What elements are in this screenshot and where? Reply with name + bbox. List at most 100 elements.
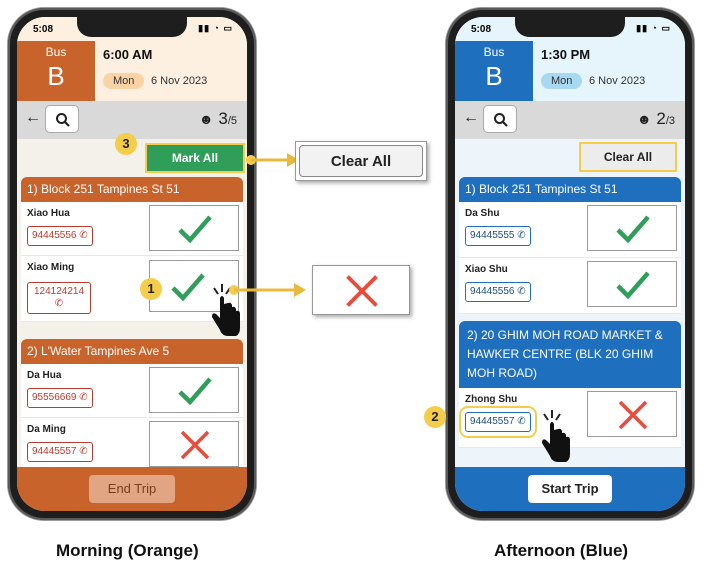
passenger-name: Xiao Ming bbox=[27, 262, 75, 273]
face-icon: ☻ bbox=[636, 111, 652, 127]
check-icon bbox=[616, 271, 650, 300]
bus-letter: B bbox=[485, 61, 503, 91]
phone-number: 94445556 bbox=[32, 230, 77, 241]
phone-number: 94445557 bbox=[470, 416, 515, 427]
counter-total: /3 bbox=[665, 115, 675, 127]
status-cross-box[interactable] bbox=[149, 421, 239, 467]
phone-icon: ✆ bbox=[517, 416, 526, 427]
arrow-to-cross bbox=[229, 283, 306, 297]
arrow-to-clear-all bbox=[246, 153, 299, 167]
morning-phone: 5:08 ▮▮ ◔ ▭ Bus B 6:00 AM Mon 6 Nov 2023… bbox=[8, 8, 256, 520]
passenger-name: Zhong Shu bbox=[465, 394, 518, 405]
trip-date: 6 Nov 2023 bbox=[151, 75, 208, 87]
phone-chip[interactable]: 124124214 ✆ bbox=[27, 282, 91, 314]
trip-time: 6:00 AM bbox=[103, 47, 153, 62]
bus-box: Bus B bbox=[455, 41, 533, 101]
passenger-row: Da Shu 94445555 ✆ bbox=[459, 202, 681, 258]
phone-icon: ✆ bbox=[517, 286, 526, 297]
search-icon bbox=[56, 113, 70, 127]
bus-label: Bus bbox=[483, 45, 505, 59]
phone-number: 94445555 bbox=[470, 230, 515, 241]
back-arrow-icon[interactable]: ← bbox=[463, 109, 479, 127]
phone-notch bbox=[77, 17, 187, 37]
phone-chip[interactable]: 95556669 ✆ bbox=[27, 388, 93, 408]
passenger-row: Da Ming 94445557 ✆ bbox=[21, 418, 243, 472]
search-button[interactable] bbox=[45, 105, 79, 133]
phone-chip[interactable]: 94445556 ✆ bbox=[27, 226, 93, 246]
counter-value: 3 bbox=[218, 109, 228, 128]
phone-icon: ✆ bbox=[79, 446, 88, 457]
clear-all-callout: Clear All bbox=[295, 141, 427, 181]
cross-icon bbox=[180, 430, 210, 460]
stop-section-1: 1) Block 251 Tampines St 51 Da Shu 94445… bbox=[459, 177, 681, 314]
phone-chip[interactable]: 94445557 ✆ bbox=[27, 442, 93, 462]
end-trip-button[interactable]: End Trip bbox=[89, 475, 175, 503]
status-check-box[interactable] bbox=[587, 261, 677, 307]
step-badge-1: 1 bbox=[140, 278, 162, 300]
check-icon bbox=[171, 273, 205, 302]
status-cross-box[interactable] bbox=[587, 391, 677, 437]
stop-title: 2) L'Water Tampines Ave 5 bbox=[21, 339, 243, 364]
signal-wifi-battery-icon: ▮▮ ◔ ▭ bbox=[636, 23, 671, 33]
clear-all-callout-button: Clear All bbox=[299, 145, 423, 177]
step-badge-2: 2 bbox=[424, 406, 446, 428]
trip-date: 6 Nov 2023 bbox=[589, 75, 646, 87]
phone-icon: ✆ bbox=[79, 392, 88, 403]
status-time: 5:08 bbox=[471, 24, 492, 35]
passenger-row: Xiao Hua 94445556 ✆ bbox=[21, 202, 243, 256]
footer-bar: Start Trip bbox=[455, 467, 685, 511]
search-icon bbox=[494, 113, 508, 127]
status-check-box[interactable] bbox=[149, 205, 239, 251]
passenger-name: Xiao Hua bbox=[27, 208, 70, 219]
trip-header: Bus B 1:30 PM Mon 6 Nov 2023 bbox=[455, 41, 685, 101]
status-time: 5:08 bbox=[33, 24, 54, 35]
day-pill: Mon bbox=[541, 73, 583, 89]
face-icon: ☻ bbox=[198, 111, 214, 127]
signal-wifi-battery-icon: ▮▮ ◔ ▭ bbox=[198, 23, 233, 33]
clear-all-button[interactable]: Clear All bbox=[579, 142, 677, 172]
morning-screen: 5:08 ▮▮ ◔ ▭ Bus B 6:00 AM Mon 6 Nov 2023… bbox=[17, 17, 247, 511]
phone-icon: ✆ bbox=[54, 298, 64, 309]
clear-all-row: Clear All bbox=[455, 139, 685, 175]
phone-notch bbox=[515, 17, 625, 37]
phone-number: 94445557 bbox=[32, 446, 77, 457]
check-icon bbox=[616, 215, 650, 244]
stop-title: 1) Block 251 Tampines St 51 bbox=[459, 177, 681, 202]
passenger-counter: ☻ 3/5 bbox=[199, 109, 237, 129]
footer-bar: End Trip bbox=[17, 467, 247, 511]
search-button[interactable] bbox=[483, 105, 517, 133]
phone-chip[interactable]: 94445555 ✆ bbox=[465, 226, 531, 246]
phone-number: 124124214 bbox=[33, 286, 85, 297]
toolbar: ← ☻ 2/3 bbox=[455, 101, 685, 139]
phone-icon: ✆ bbox=[517, 230, 526, 241]
status-check-box[interactable] bbox=[149, 367, 239, 413]
cross-icon bbox=[346, 275, 378, 307]
status-check-box[interactable] bbox=[587, 205, 677, 251]
back-arrow-icon[interactable]: ← bbox=[25, 109, 41, 127]
phone-icon: ✆ bbox=[79, 230, 88, 241]
caption-morning: Morning (Orange) bbox=[56, 541, 199, 560]
caption-afternoon: Afternoon (Blue) bbox=[494, 541, 629, 560]
cross-icon bbox=[618, 400, 648, 430]
bus-letter: B bbox=[47, 61, 65, 91]
passenger-name: Da Ming bbox=[27, 424, 66, 435]
cross-callout bbox=[312, 265, 410, 315]
stop-title: 2) 20 GHIM MOH ROAD MARKET & HAWKER CENT… bbox=[459, 321, 681, 388]
phone-number: 94445556 bbox=[470, 286, 515, 297]
passenger-name: Xiao Shu bbox=[465, 264, 508, 275]
stop-section-2: 2) L'Water Tampines Ave 5 Da Hua 9555666… bbox=[21, 339, 243, 472]
bus-label: Bus bbox=[45, 45, 67, 59]
passenger-row: Xiao Shu 94445556 ✆ bbox=[459, 258, 681, 314]
phone-chip[interactable]: 94445557 ✆ bbox=[459, 406, 537, 438]
trip-header: Bus B 6:00 AM Mon 6 Nov 2023 bbox=[17, 41, 247, 101]
day-pill: Mon bbox=[103, 73, 145, 89]
passenger-row: Da Hua 95556669 ✆ bbox=[21, 364, 243, 418]
passenger-counter: ☻ 2/3 bbox=[637, 109, 675, 129]
mark-all-button[interactable]: Mark All bbox=[145, 143, 245, 173]
phone-chip[interactable]: 94445556 ✆ bbox=[465, 282, 531, 302]
tap-hand-icon bbox=[542, 410, 570, 462]
toolbar: ← ☻ 3/5 bbox=[17, 101, 247, 139]
start-trip-button[interactable]: Start Trip bbox=[528, 475, 612, 503]
step-badge-3: 3 bbox=[115, 133, 137, 155]
check-icon bbox=[178, 215, 212, 244]
